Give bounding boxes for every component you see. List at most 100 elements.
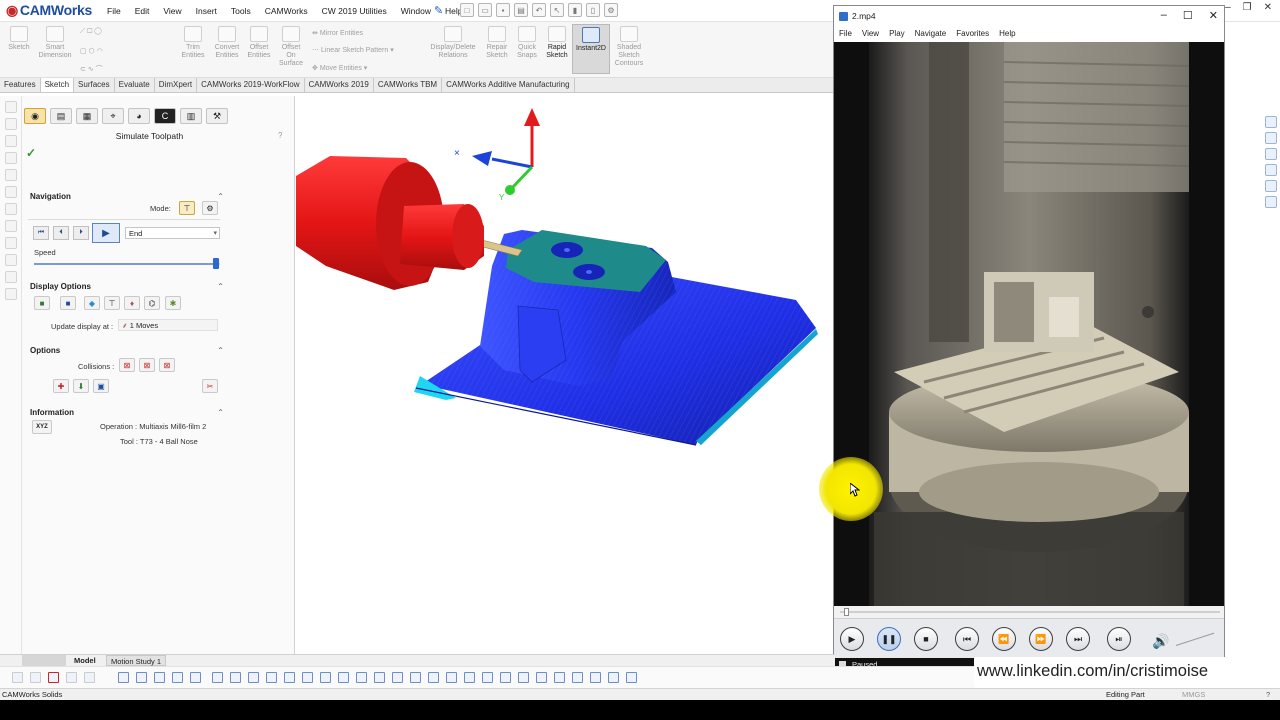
- status-units[interactable]: MMGS: [1182, 689, 1205, 700]
- graphics-area[interactable]: × Y: [296, 96, 834, 656]
- mode-tool-icon[interactable]: ⊤: [179, 201, 195, 215]
- tab-camworks-workflow[interactable]: CAMWorks 2019-WorkFlow: [197, 78, 305, 92]
- selection-filter-icon[interactable]: [338, 672, 349, 683]
- selection-filter-icon[interactable]: [554, 672, 565, 683]
- show-stock-icon[interactable]: ■: [34, 296, 50, 310]
- open-icon[interactable]: ▭: [478, 3, 492, 17]
- linear-sketch-pattern-button[interactable]: ⋯ Linear Sketch Pattern ▾: [312, 46, 394, 54]
- selection-filter-icon[interactable]: [320, 672, 331, 683]
- collapse-icon[interactable]: ⌃: [217, 192, 224, 201]
- smart-dimension-button[interactable]: Smart Dimension: [38, 24, 72, 60]
- shaded-sketch-contours-button[interactable]: Shaded Sketch Contours: [612, 24, 646, 68]
- next-button[interactable]: ⏭: [1066, 627, 1090, 651]
- step-back-button[interactable]: ⏴: [53, 226, 69, 240]
- rewind-to-start-button[interactable]: ⏮: [33, 226, 49, 240]
- ok-checkmark-icon[interactable]: ✓: [26, 146, 36, 160]
- sketch-tool-icon[interactable]: [4, 101, 17, 113]
- tab-camworks-2019[interactable]: CAMWorks 2019: [305, 78, 374, 92]
- file-explorer-icon[interactable]: [1265, 148, 1277, 160]
- selection-filter-icon[interactable]: [482, 672, 493, 683]
- show-difference-icon[interactable]: ✱: [165, 296, 181, 310]
- xyz-button[interactable]: XYZ: [32, 420, 52, 434]
- sketch-tool-icon[interactable]: [4, 135, 17, 147]
- view-orientation-icon[interactable]: [190, 672, 201, 683]
- sketch-tool-icon[interactable]: [4, 271, 17, 283]
- rewind-button[interactable]: ⏪: [992, 627, 1016, 651]
- selection-filter-icon[interactable]: [500, 672, 511, 683]
- speed-slider-thumb[interactable]: [213, 258, 220, 269]
- show-fixture-icon[interactable]: ◆: [84, 296, 100, 310]
- collapse-icon[interactable]: ⌃: [217, 282, 224, 291]
- selection-filter-icon[interactable]: [428, 672, 439, 683]
- move-entities-button[interactable]: ✥ Move Entities ▾: [312, 64, 367, 72]
- option-save-stl-icon[interactable]: ⬇: [73, 379, 89, 393]
- previous-button[interactable]: ⏮: [955, 627, 979, 651]
- property-manager-icon[interactable]: ▦: [76, 108, 98, 124]
- line-tools-icon[interactable]: ⟋ ▢ ◯: [80, 28, 102, 36]
- cw-machine-icon[interactable]: ⚒: [206, 108, 228, 124]
- design-library-icon[interactable]: [1265, 132, 1277, 144]
- save-icon[interactable]: ▪: [496, 3, 510, 17]
- seek-thumb[interactable]: [843, 608, 849, 616]
- rectangle-tools-icon[interactable]: ▢ ⬡ ◠: [80, 47, 103, 55]
- mp-menu-help[interactable]: Help: [994, 28, 1020, 42]
- view-tool-icon[interactable]: [30, 672, 41, 683]
- trim-entities-button[interactable]: Trim Entities: [176, 24, 210, 60]
- sketch-tool-icon[interactable]: [4, 203, 17, 215]
- selection-filter-icon[interactable]: [374, 672, 385, 683]
- menu-file[interactable]: File: [100, 6, 128, 16]
- repair-sketch-button[interactable]: Repair Sketch: [480, 24, 514, 60]
- sketch-tool-icon[interactable]: [4, 118, 17, 130]
- selection-filter-icon[interactable]: [230, 672, 241, 683]
- stop-button[interactable]: ■: [914, 627, 938, 651]
- status-help-icon[interactable]: ?: [1266, 689, 1270, 700]
- option-save-icon[interactable]: ▣: [93, 379, 109, 393]
- selection-filter-icon[interactable]: [536, 672, 547, 683]
- show-holder-icon[interactable]: ♦: [124, 296, 140, 310]
- minimize-icon[interactable]: –: [1161, 9, 1167, 22]
- close-icon[interactable]: ✕: [1264, 2, 1272, 13]
- view-tool-icon[interactable]: [66, 672, 77, 683]
- print-icon[interactable]: ▤: [514, 3, 528, 17]
- volume-slider[interactable]: [1175, 632, 1215, 646]
- menu-insert[interactable]: Insert: [189, 6, 224, 16]
- view-orientation-icon[interactable]: [172, 672, 183, 683]
- run-until-select[interactable]: End ▾: [125, 227, 220, 239]
- option-settings-icon[interactable]: ✂: [202, 379, 218, 393]
- close-icon[interactable]: ✕: [1209, 9, 1218, 22]
- cw-operation-tree-icon[interactable]: C: [154, 108, 176, 124]
- seek-track[interactable]: [840, 611, 1220, 613]
- selection-filter-icon[interactable]: [410, 672, 421, 683]
- selection-filter-icon[interactable]: [212, 672, 223, 683]
- home-icon[interactable]: [1265, 116, 1277, 128]
- show-tool-icon[interactable]: ⊤: [104, 296, 120, 310]
- mp-menu-play[interactable]: Play: [884, 28, 910, 42]
- mode-machine-icon[interactable]: ⚙: [202, 201, 218, 215]
- mp-menu-favorites[interactable]: Favorites: [951, 28, 994, 42]
- slot-tools-icon[interactable]: ⊂ ∿ ⌒: [80, 64, 103, 74]
- view-tool-icon[interactable]: [84, 672, 95, 683]
- menu-cw-utilities[interactable]: CW 2019 Utilities: [315, 6, 394, 16]
- sketch-tool-icon[interactable]: [4, 220, 17, 232]
- options-header[interactable]: Options ⌃: [30, 346, 224, 358]
- video-frame[interactable]: [834, 42, 1224, 606]
- sketch-tool-icon[interactable]: [4, 186, 17, 198]
- maximize-icon[interactable]: ☐: [1183, 9, 1193, 22]
- snap-icon[interactable]: [136, 672, 147, 683]
- file-properties-icon[interactable]: ▯: [586, 3, 600, 17]
- selection-filter-icon[interactable]: [626, 672, 637, 683]
- restore-icon[interactable]: ❐: [1243, 2, 1252, 13]
- play-button[interactable]: ▶: [840, 627, 864, 651]
- display-options-header[interactable]: Display Options ⌃: [30, 282, 224, 294]
- offset-on-surface-button[interactable]: Offset On Surface: [274, 24, 308, 68]
- selection-filter-icon[interactable]: [356, 672, 367, 683]
- tab-sketch[interactable]: Sketch: [40, 78, 75, 92]
- convert-entities-button[interactable]: Convert Entities: [210, 24, 244, 60]
- configuration-manager-icon[interactable]: ⌖: [102, 108, 124, 124]
- tab-evaluate[interactable]: Evaluate: [115, 78, 155, 92]
- selection-filter-icon[interactable]: [266, 672, 277, 683]
- cw-tool-tree-icon[interactable]: ▥: [180, 108, 202, 124]
- menu-view[interactable]: View: [156, 6, 188, 16]
- pin-icon[interactable]: ✎: [434, 4, 443, 17]
- offset-entities-button[interactable]: Offset Entities: [242, 24, 276, 60]
